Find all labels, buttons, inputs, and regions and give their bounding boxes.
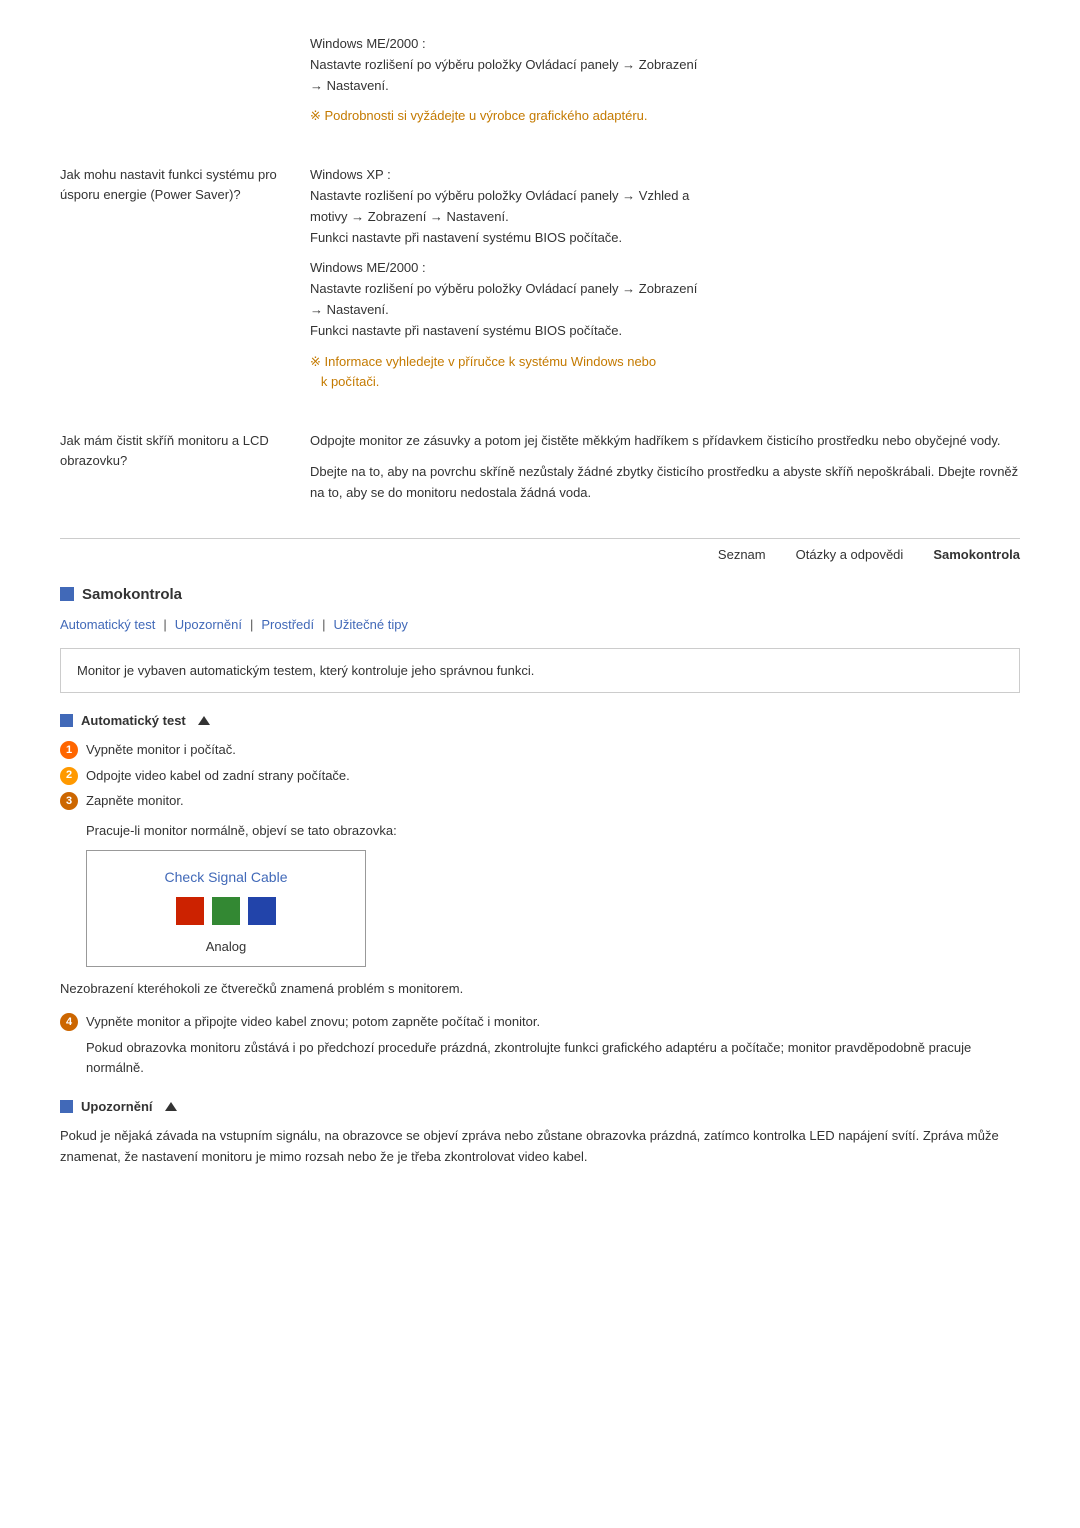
triangle-icon [198, 716, 210, 725]
subsection-auto-test: Automatický test [60, 713, 1020, 728]
win-xp-body: Nastavte rozlišení po výběru položky Ovl… [310, 188, 689, 245]
tab-sep-1: | [163, 617, 166, 632]
faq-answer-power-saver: Windows XP : Nastavte rozlišení po výběr… [310, 165, 1020, 403]
block-body: Nastavte rozlišení po výběru položky Ovl… [310, 57, 697, 93]
cleaning-block-1: Odpojte monitor ze zásuvky a potom jej č… [310, 431, 1020, 452]
signal-squares [176, 897, 276, 925]
faq-question-power-saver: Jak mohu nastavit funkci systému pro úsp… [60, 165, 280, 403]
nav-samokontrola[interactable]: Samokontrola [933, 547, 1020, 562]
step-4-row: 4 Vypněte monitor a připojte video kabel… [60, 1012, 1020, 1032]
square-red [176, 897, 204, 925]
no-display-note: Nezobrazení kteréhokoli ze čtverečků zna… [60, 981, 1020, 996]
subsection-label: Automatický test [81, 713, 186, 728]
step-text-3: Zapněte monitor. [86, 791, 184, 811]
section-heading-icon [60, 587, 74, 601]
cleaning-block-2: Dbejte na to, aby na povrchu skříně nezů… [310, 462, 1020, 504]
step-text-4: Vypněte monitor a připojte video kabel z… [86, 1012, 540, 1032]
auto-test-section: Automatický test 1 Vypněte monitor i poč… [60, 713, 1020, 1079]
step-num-1: 1 [60, 741, 78, 759]
tab-uzitecne-tipy[interactable]: Užitečné tipy [334, 617, 408, 632]
win-xp-title: Windows XP : [310, 167, 391, 182]
step3-note: Pracuje-li monitor normálně, objeví se t… [60, 821, 1020, 841]
faq-question-1 [60, 34, 280, 137]
signal-box-wrapper: Check Signal Cable Analog [60, 850, 1020, 967]
cleaning-text-2: Dbejte na to, aby na povrchu skříně nezů… [310, 464, 1018, 500]
section-heading-text: Samokontrola [82, 586, 182, 603]
faq-row-cleaning: Jak mám čistit skříň monitoru a LCD obra… [60, 417, 1020, 527]
faq-question-cleaning: Jak mám čistit skříň monitoru a LCD obra… [60, 431, 280, 513]
step-2: 2 Odpojte video kabel od zadní strany po… [60, 766, 1020, 786]
step-1: 1 Vypněte monitor i počítač. [60, 740, 1020, 760]
subsection-upozorneni: Upozornění [60, 1099, 1020, 1114]
tab-prostredi[interactable]: Prostředí [261, 617, 314, 632]
cleaning-text-1: Odpojte monitor ze zásuvky a potom jej č… [310, 433, 1001, 448]
step4-note: Pokud obrazovka monitoru zůstává i po př… [60, 1038, 1020, 1080]
step-num-4: 4 [60, 1013, 78, 1031]
faq-answer-1: Windows ME/2000 : Nastavte rozlišení po … [310, 34, 1020, 137]
step4-block: 4 Vypněte monitor a připojte video kabel… [60, 1012, 1020, 1079]
faq-row-1: Windows ME/2000 : Nastavte rozlišení po … [60, 20, 1020, 151]
upozorneni-text: Pokud je nějaká závada na vstupním signá… [60, 1126, 1020, 1168]
step-text-2: Odpojte video kabel od zadní strany počí… [86, 766, 350, 786]
info-box-text: Monitor je vybaven automatickým testem, … [77, 663, 534, 678]
tab-sep-2: | [250, 617, 253, 632]
nav-otazky[interactable]: Otázky a odpovědi [796, 547, 904, 562]
square-blue [248, 897, 276, 925]
square-green [212, 897, 240, 925]
answer-block: Windows ME/2000 : Nastavte rozlišení po … [310, 34, 1020, 96]
win-me-title: Windows ME/2000 : [310, 260, 426, 275]
tab-upozorneni[interactable]: Upozornění [175, 617, 242, 632]
tab-nav: Automatický test | Upozornění | Prostřed… [60, 617, 1020, 632]
subsection-label-u: Upozornění [81, 1099, 153, 1114]
faq-note-1: ※ Podrobnosti si vyžádejte u výrobce gra… [310, 106, 1020, 127]
upozorneni-section: Upozornění Pokud je nějaká závada na vst… [60, 1099, 1020, 1168]
signal-title: Check Signal Cable [165, 869, 288, 885]
nav-seznam[interactable]: Seznam [718, 547, 766, 562]
faq-note-power: ※ Informace vyhledejte v příručce k syst… [310, 352, 1020, 394]
tab-auto-test[interactable]: Automatický test [60, 617, 155, 632]
section-heading-samokontrola: Samokontrola [60, 586, 1020, 603]
step-num-2: 2 [60, 767, 78, 785]
nav-bar: Seznam Otázky a odpovědi Samokontrola [60, 538, 1020, 562]
step-num-3: 3 [60, 792, 78, 810]
info-box: Monitor je vybaven automatickým testem, … [60, 648, 1020, 694]
faq-answer-cleaning: Odpojte monitor ze zásuvky a potom jej č… [310, 431, 1020, 513]
faq-section: Windows ME/2000 : Nastavte rozlišení po … [60, 20, 1020, 528]
answer-block-me2000: Windows ME/2000 : Nastavte rozlišení po … [310, 258, 1020, 341]
step-text-1: Vypněte monitor i počítač. [86, 740, 236, 760]
faq-row-power-saver: Jak mohu nastavit funkci systému pro úsp… [60, 151, 1020, 417]
answer-block-xp: Windows XP : Nastavte rozlišení po výběr… [310, 165, 1020, 248]
steps-list: 1 Vypněte monitor i počítač. 2 Odpojte v… [60, 740, 1020, 811]
triangle-icon-u [165, 1102, 177, 1111]
signal-box: Check Signal Cable Analog [86, 850, 366, 967]
block-title: Windows ME/2000 : [310, 36, 426, 51]
step-3: 3 Zapněte monitor. [60, 791, 1020, 811]
tab-sep-3: | [322, 617, 325, 632]
win-me-body: Nastavte rozlišení po výběru položky Ovl… [310, 281, 697, 338]
signal-analog: Analog [206, 939, 246, 954]
subsection-icon-u [60, 1100, 73, 1113]
subsection-icon [60, 714, 73, 727]
